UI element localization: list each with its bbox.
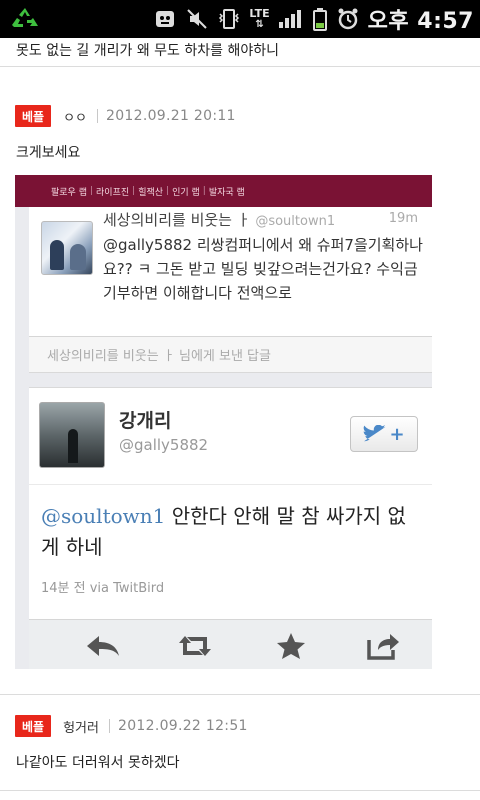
comment-list[interactable]: 못도 없는 길 개리가 왜 무도 하차를 해야하니 베플 ㅇㅇ 2012.09.… [0,38,480,800]
previous-comment-text: 못도 없는 길 개리가 왜 무도 하차를 해야하니 [16,43,279,59]
comment-text: 나같아도 더러워서 못하겠다 [16,755,180,771]
separator [97,109,99,123]
status-bar: LTE ⇅ 오후 4:57 [0,0,480,38]
retweet-icon [175,632,215,660]
comment-date: 2012.09.21 20:11 [106,108,236,124]
tweet-user-handle: @gally5882 [119,436,209,454]
best-reply-badge: 베플 [15,715,52,737]
reply-indicator: 세상의비리를 비웃는 ㅏ 님에게 보낸 답글 [29,337,432,373]
tweet-text: @soultown1 안한다 안해 말 참 싸가지 없게 하네 [41,501,421,563]
divider [0,694,480,695]
image-nav-item: 인기 랩 [172,187,200,198]
comment-header: 베플 ㅇㅇ 2012.09.21 20:11 [15,104,236,128]
signal-icon [278,8,304,30]
no-sim-icon [153,8,177,30]
lte-icon: LTE ⇅ [249,6,270,30]
plus-icon: + [389,423,405,445]
comment-header: 베플 헝거러 2012.09.22 12:51 [15,714,248,738]
twitter-bird-icon [364,425,387,442]
tweet-body: @soultown1 안한다 안해 말 참 싸가지 없게 하네 14분 전 vi… [29,484,432,620]
favorite-star-icon [271,632,311,660]
clock: 오후 4:57 [367,9,474,34]
mute-icon [185,8,209,30]
avatar [39,402,105,468]
image-nav-item: 발자국 랩 [208,187,245,198]
separator [108,719,110,733]
tweet-detail-card: 강개리 @gally5882 + @soultown1 안한다 안해 말 참 싸… [29,387,432,620]
tweet-author-handle: @soultown1 [255,214,336,229]
alarm-icon [336,7,360,31]
reply-icon [83,632,123,660]
image-nav-bar: 팔로우 랩 | 라이프진 | 힐잭산 | 인기 랩 | 발자국 랩 [15,175,432,207]
divider [0,790,480,791]
comment-date: 2012.09.22 12:51 [117,718,248,734]
tweet-meta: 14분 전 via TwitBird [41,581,165,596]
tweet-text: @gally5882 리쌍컴퍼니에서 왜 슈퍼7을기획하나요?? ㅋ 그돈 받고… [103,236,423,302]
recycle-icon [10,6,40,36]
follow-button: + [350,416,418,452]
best-reply-badge: 베플 [15,105,52,127]
tweet-author-line: 세상의비리를 비웃는 ㅏ @soultown1 [103,209,335,230]
tweet-author-name: 세상의비리를 비웃는 ㅏ [103,211,251,229]
battery-icon [312,7,328,31]
tweet-mention: @soultown1 [41,504,166,528]
image-nav-item: 팔로우 랩 [51,187,87,198]
tweet-user-name: 강개리 [119,410,172,432]
comment-text: 크게보세요 [16,145,81,161]
reply-indicator-text: 세상의비리를 비웃는 ㅏ 님에게 보낸 답글 [47,349,271,364]
tweet-actions-bar [29,619,432,669]
divider [0,66,480,67]
tweet-card: 세상의비리를 비웃는 ㅏ @soultown1 19m @gally5882 리… [29,207,432,337]
comment-author[interactable]: 헝거러 [63,717,99,736]
comment-author[interactable]: ㅇㅇ [63,107,87,126]
avatar [41,221,93,275]
vibrate-icon [217,8,241,30]
image-nav-item: 라이프진 [96,187,130,198]
image-nav-item: 힐잭산 [138,187,164,198]
share-icon [363,632,403,660]
tweet-time: 19m [388,211,418,226]
comment-image[interactable]: 팔로우 랩 | 라이프진 | 힐잭산 | 인기 랩 | 발자국 랩 세상의비리를 비웃는… [15,175,432,669]
